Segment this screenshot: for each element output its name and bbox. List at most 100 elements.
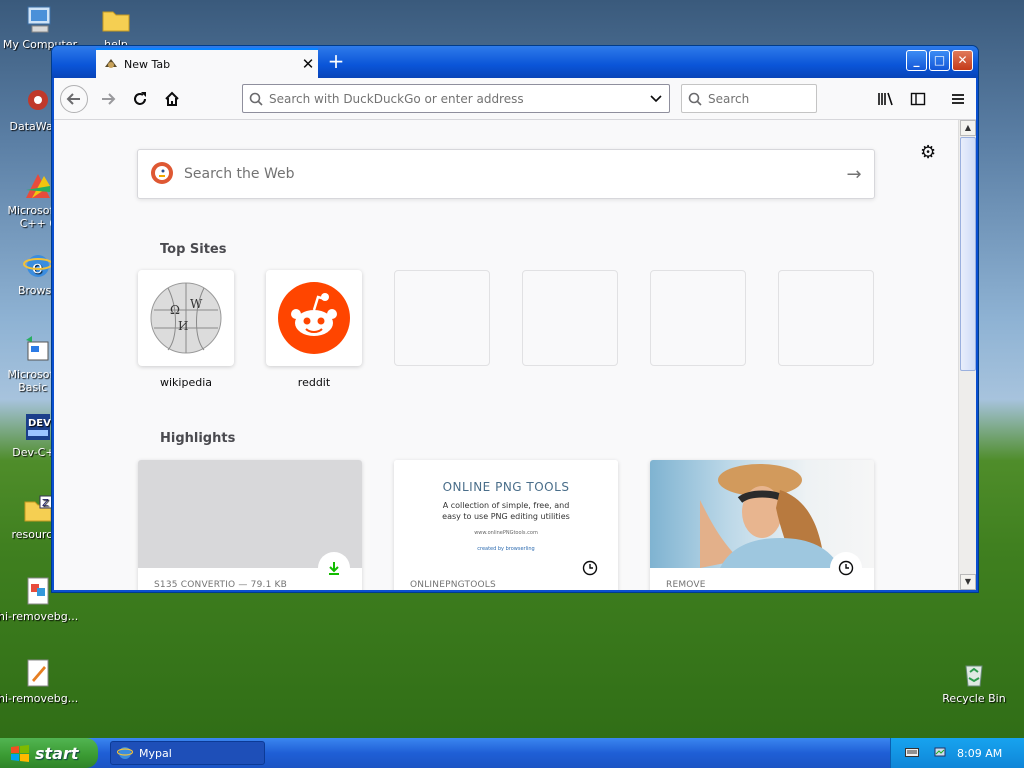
svg-text:W: W [190,297,203,311]
top-site-wikipedia[interactable]: ΩWИ wikipedia [138,270,234,389]
folder-icon [100,4,132,36]
menu-button[interactable] [946,87,970,111]
web-search-box[interactable]: Search the Web → [137,149,875,199]
svg-text:DEV: DEV [28,418,51,429]
empty-site-tile[interactable] [650,270,746,366]
desktop-icon-my-computer[interactable]: My Computer [0,4,80,51]
clock-icon [574,552,606,584]
thumbnail-credit: created by browserling [477,546,535,552]
scroll-down-button[interactable]: ▼ [960,574,976,590]
desktop-icon-recycle-bin[interactable]: Recycle Bin [934,658,1014,705]
highlight-card[interactable]: S135 CONVERTIO — 79.1 KB [138,460,362,590]
close-window-button[interactable]: ✕ [952,50,973,71]
desktop-icon-label: hi-removebg... [0,610,78,623]
maximize-button[interactable]: □ [929,50,950,71]
wikipedia-globe-icon: Ω WИ [150,282,222,354]
taskbar-item-label: Mypal [139,746,172,760]
search-icon [249,92,263,106]
desktop-icon-help[interactable]: help [76,4,156,51]
scroll-up-button[interactable]: ▲ [960,120,976,136]
card-meta: S135 CONVERTIO — 79.1 KB [154,580,288,590]
top-site-reddit[interactable]: reddit [266,270,362,389]
close-tab-icon[interactable]: ✕ [298,55,318,73]
search-bar-placeholder: Search [708,91,750,106]
hamburger-menu-icon [952,94,964,104]
card-meta: REMOVE [666,580,706,590]
scroll-thumb[interactable] [960,137,976,371]
new-tab-page: ⚙ Search the Web → Top Sites ΩWИ wikiped… [54,120,958,590]
home-icon [165,91,179,106]
keyboard-icon[interactable] [905,746,919,761]
image-file-icon [22,658,54,690]
arrow-right-icon[interactable]: → [834,164,874,185]
vertical-scrollbar[interactable]: ▲ ▼ [958,120,976,590]
svg-text:Ω: Ω [170,303,180,317]
start-label: start [35,743,79,763]
forward-arrow-icon [102,93,116,105]
thumbnail-title: ONLINE PNG TOOLS [442,480,570,494]
search-icon [688,92,702,106]
forward-button[interactable] [96,87,120,111]
address-bar-placeholder: Search with DuckDuckGo or enter address [269,91,524,106]
sidebar-icon [910,92,926,106]
reload-icon [134,92,146,105]
search-bar[interactable]: Search [681,84,817,113]
app-icon [22,86,54,118]
internet-explorer-icon [117,747,133,759]
empty-site-tile[interactable] [522,270,618,366]
clock-icon [830,552,862,584]
card-meta: ONLINEPNGTOOLS [410,580,496,590]
download-icon [318,552,350,584]
site-name: reddit [297,376,331,389]
back-button[interactable] [60,85,88,113]
clock[interactable]: 8:09 AM [957,747,1002,760]
top-site-empty[interactable] [650,270,746,366]
windows-logo-icon [11,745,29,762]
navigation-toolbar: Search with DuckDuckGo or enter address … [54,78,976,120]
site-tile[interactable] [266,270,362,366]
start-button[interactable]: start [0,738,98,768]
system-tray: 8:09 AM [890,738,1024,768]
taskbar-item-mypal[interactable]: Mypal [110,741,265,765]
taskbar: start Mypal 8:09 AM [0,738,1024,768]
mypal-icon [104,57,118,71]
top-site-empty[interactable] [522,270,618,366]
address-bar[interactable]: Search with DuckDuckGo or enter address [242,84,670,113]
network-icon[interactable] [933,745,949,762]
site-name: wikipedia [159,376,212,389]
top-sites-heading: Top Sites [160,242,227,257]
gear-icon[interactable]: ⚙ [920,142,936,163]
desktop-icon-hi-removebg-2[interactable]: hi-removebg... [0,658,78,705]
tab-new-tab[interactable]: New Tab ✕ [96,48,318,78]
web-search-placeholder: Search the Web [184,166,295,182]
image-file-icon [22,576,54,608]
reload-button[interactable] [128,87,152,111]
new-tab-button[interactable]: + [326,51,346,72]
top-site-empty[interactable] [778,270,874,366]
top-site-empty[interactable] [394,270,490,366]
computer-icon [24,4,56,36]
library-icon [878,92,893,106]
app-icon [22,170,54,202]
highlights-heading: Highlights [160,431,236,446]
highlight-card[interactable]: REMOVE [650,460,874,590]
app-icon [22,334,54,366]
minimize-button[interactable]: _ [906,50,927,71]
chevron-down-icon[interactable] [643,92,669,106]
recycle-bin-icon [958,658,990,690]
svg-text:Z: Z [42,498,49,509]
empty-site-tile[interactable] [394,270,490,366]
folder-icon: Z [22,494,54,526]
reddit-logo-icon [278,282,350,354]
site-tile[interactable]: ΩWИ [138,270,234,366]
sidebar-button[interactable] [906,87,930,111]
desktop-icon-label: Recycle Bin [942,692,1006,705]
home-button[interactable] [160,87,184,111]
back-arrow-icon [66,93,80,105]
browser-window: New Tab ✕ + _ □ ✕ Search with DuckDuckGo… [52,46,978,592]
empty-site-tile[interactable] [778,270,874,366]
highlight-card[interactable]: ONLINE PNG TOOLS A collection of simple,… [394,460,618,590]
library-button[interactable] [874,87,898,111]
tab-title: New Tab [124,57,171,71]
title-bar[interactable]: New Tab ✕ + _ □ ✕ [52,46,978,78]
